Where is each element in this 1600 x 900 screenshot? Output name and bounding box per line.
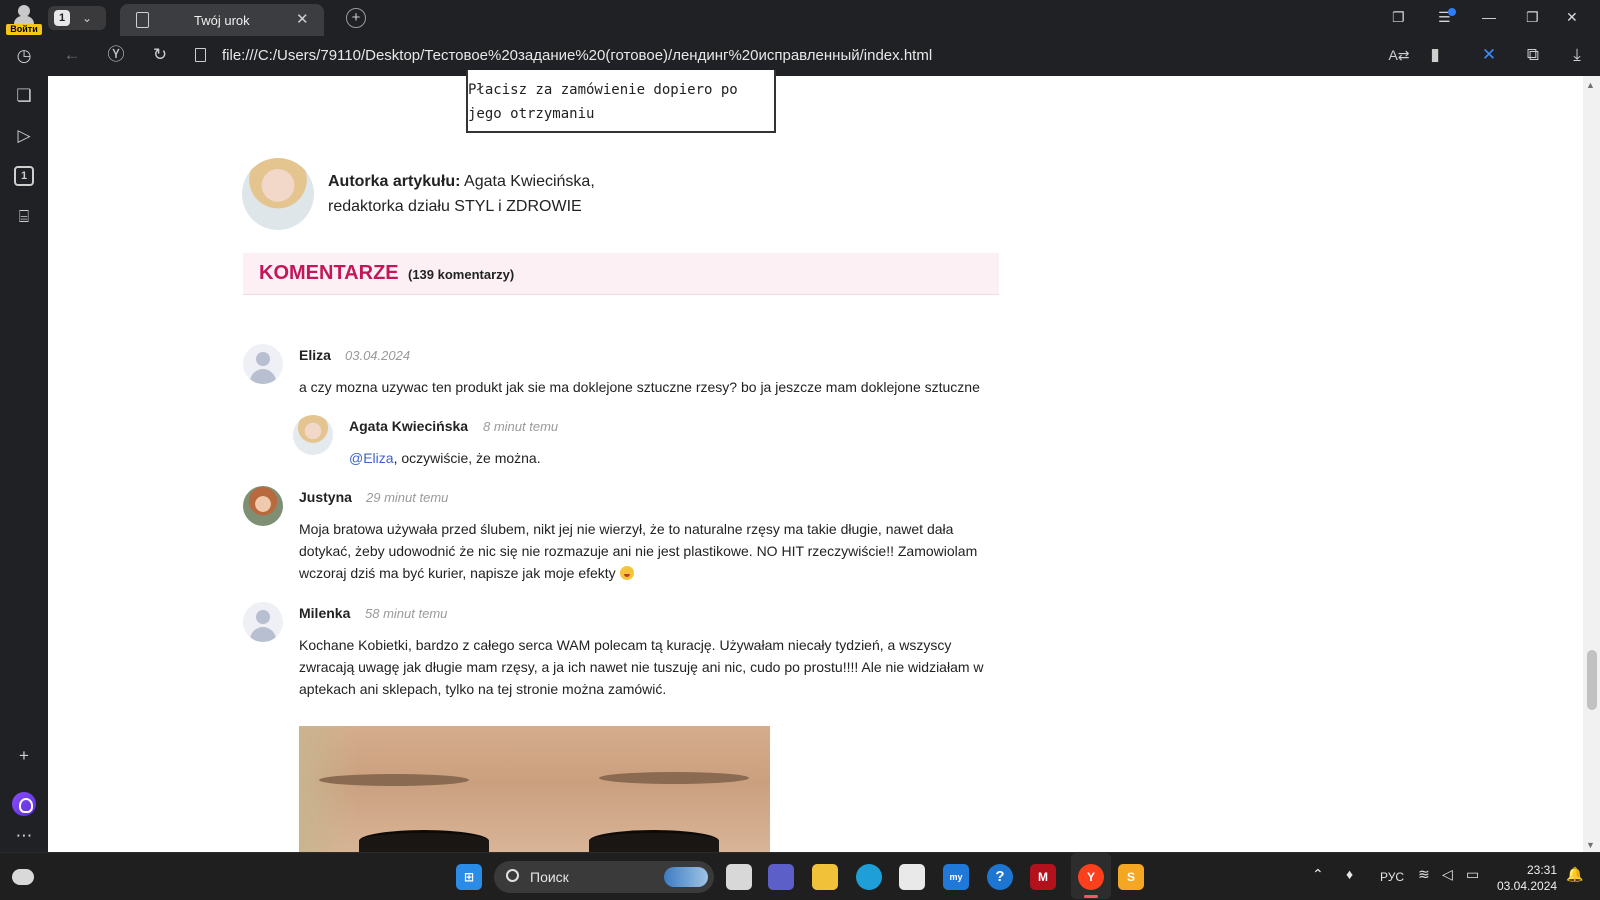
- clock-date: 03.04.2024: [1497, 879, 1558, 893]
- tray-chevron-icon[interactable]: ⌃: [1312, 866, 1324, 883]
- comment-date: 29 minut temu: [366, 490, 449, 505]
- scroll-down-icon[interactable]: ▼: [1586, 840, 1595, 850]
- bookmark-icon[interactable]: ▮: [1424, 45, 1446, 65]
- close-tab-icon[interactable]: ✕: [296, 10, 309, 28]
- download-icon[interactable]: ⤓: [1566, 45, 1588, 65]
- reload-icon[interactable]: ↻: [149, 45, 171, 65]
- search-highlight-image: [664, 867, 708, 887]
- url-field[interactable]: file:///C:/Users/79110/Desktop/Тестовое%…: [222, 47, 932, 64]
- comments-count: (139 komentarzy): [408, 267, 515, 282]
- collections-icon[interactable]: ❐: [1392, 8, 1405, 26]
- comment-date: 03.04.2024: [345, 348, 411, 363]
- search-placeholder: Поиск: [530, 869, 569, 885]
- restore-button[interactable]: ❐: [1526, 8, 1539, 26]
- new-tab-button[interactable]: +: [346, 8, 366, 28]
- page-icon: [136, 12, 149, 28]
- alice-assistant-icon[interactable]: [12, 792, 36, 816]
- login-button[interactable]: Войти: [4, 2, 44, 35]
- tab-active[interactable]: Twój urok ✕: [120, 4, 324, 36]
- clipboard-icon[interactable]: ⧉: [1522, 45, 1544, 65]
- file-explorer-icon[interactable]: [812, 864, 838, 890]
- comment-text: Kochane Kobietki, bardzo z całego serca …: [299, 637, 984, 697]
- wifi-icon[interactable]: ≋: [1418, 866, 1430, 883]
- myhp-icon[interactable]: my: [943, 864, 969, 890]
- close-window-button[interactable]: ✕: [1566, 8, 1578, 26]
- tab-count: 1: [54, 10, 70, 26]
- author-role: redaktorka działu STYL i ZDROWIE: [328, 198, 582, 215]
- comments-header: KOMENTARZE (139 komentarzy): [243, 253, 999, 295]
- taskbar: [0, 852, 1600, 900]
- comment-author: Milenka: [299, 605, 351, 621]
- notification-dot: [1448, 8, 1456, 16]
- clock-time: 23:31: [1526, 863, 1557, 877]
- collections-sidebar-icon[interactable]: ❏: [12, 84, 36, 108]
- edge-icon[interactable]: [856, 864, 882, 890]
- author-label: Autorka artykułu:: [328, 173, 461, 190]
- task-view-icon[interactable]: [726, 864, 752, 890]
- taskbar-clock[interactable]: 23:31 03.04.2024: [1497, 862, 1557, 894]
- tab-count-button[interactable]: 1 ⌄: [48, 6, 106, 30]
- comment-text: a czy mozna uzywac ten produkt jak sie m…: [299, 379, 980, 395]
- comment-photo: [299, 726, 770, 852]
- language-indicator[interactable]: РУС: [1380, 870, 1404, 884]
- tabs-sidebar-icon[interactable]: 1: [14, 166, 34, 186]
- video-icon[interactable]: ▷: [12, 124, 36, 148]
- translate-icon[interactable]: A⇄: [1388, 45, 1410, 65]
- search-icon: [506, 869, 519, 882]
- microphone-icon[interactable]: ♦: [1346, 866, 1353, 882]
- avatar: [243, 486, 283, 526]
- scrollbar-thumb[interactable]: [1587, 650, 1597, 710]
- yandex-icon[interactable]: Ⓨ: [105, 45, 127, 65]
- minimize-button[interactable]: —: [1482, 8, 1496, 26]
- browser-sidebar: [0, 36, 48, 852]
- add-icon[interactable]: +: [12, 744, 36, 768]
- avatar: [293, 415, 333, 455]
- comments-title: KOMENTARZE: [259, 262, 399, 284]
- chevron-down-icon: ⌄: [82, 11, 93, 25]
- windows-start-icon[interactable]: ⊞: [456, 864, 482, 890]
- notifications-icon[interactable]: 🔔: [1566, 866, 1583, 883]
- extension-icon[interactable]: ✕: [1478, 45, 1500, 65]
- mcafee-icon[interactable]: M: [1030, 864, 1056, 890]
- author-block: Autorka artykułu: Agata Kwiecińska, reda…: [328, 169, 595, 219]
- scroll-up-icon[interactable]: ▲: [1586, 80, 1595, 90]
- mention-link[interactable]: @Eliza: [349, 450, 394, 466]
- help-icon[interactable]: ?: [987, 864, 1013, 890]
- sublime-text-icon[interactable]: S: [1118, 864, 1144, 890]
- yandex-browser-icon[interactable]: Y: [1078, 864, 1104, 890]
- comment-author: Eliza: [299, 347, 331, 363]
- emoji-icon: [619, 566, 634, 580]
- payment-note-box: Płacisz za zamówienie dopiero po jego ot…: [466, 70, 776, 133]
- avatar: [243, 344, 283, 384]
- history-icon[interactable]: ◷: [12, 44, 36, 68]
- payment-note: Płacisz za zamówienie dopiero po jego ot…: [468, 82, 738, 122]
- taskbar-search[interactable]: Поиск: [494, 861, 714, 893]
- author-avatar: [242, 158, 314, 230]
- comment-text: @Eliza, oczywiście, że można.: [349, 447, 949, 469]
- avatar: [243, 602, 283, 642]
- store-icon[interactable]: [899, 864, 925, 890]
- weather-icon[interactable]: [12, 869, 34, 885]
- reply-text: , oczywiście, że można.: [393, 450, 541, 466]
- teams-icon[interactable]: [768, 864, 794, 890]
- comment-author: Justyna: [299, 489, 352, 505]
- comment-date: 8 minut temu: [483, 419, 559, 434]
- comment-text: Moja bratowa używała przed ślubem, nikt …: [299, 521, 978, 581]
- screenshot-icon[interactable]: ⌸: [12, 205, 36, 229]
- tab-title: Twój urok: [194, 13, 250, 28]
- login-label: Войти: [6, 24, 42, 35]
- more-icon[interactable]: ⋯: [12, 824, 36, 848]
- volume-icon[interactable]: ◁: [1442, 866, 1453, 883]
- comment-author: Agata Kwiecińska: [349, 418, 469, 434]
- battery-icon[interactable]: ▭: [1466, 866, 1479, 883]
- comment-date: 58 minut temu: [365, 606, 448, 621]
- page-scrollbar[interactable]: [1583, 76, 1600, 852]
- back-icon[interactable]: ←: [61, 45, 83, 65]
- file-icon: [195, 48, 206, 62]
- author-name: Agata Kwiecińska,: [464, 173, 595, 190]
